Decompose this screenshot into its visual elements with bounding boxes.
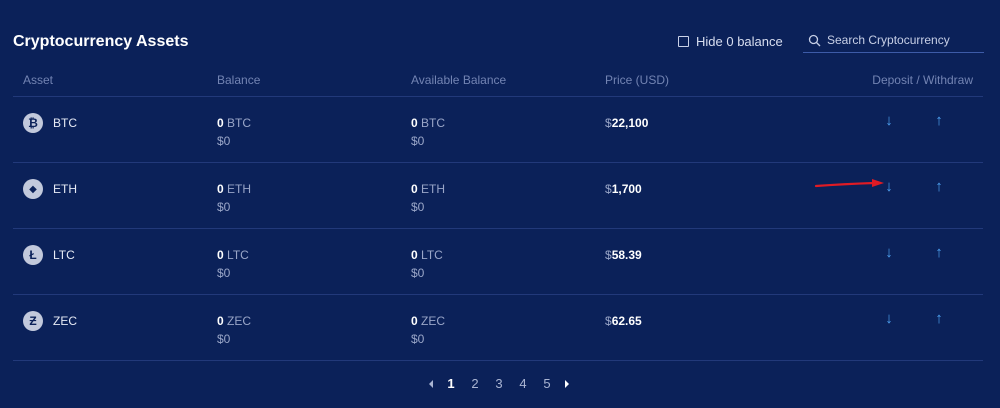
column-header-deposit-withdraw: Deposit / Withdraw xyxy=(872,73,973,87)
balance-usd: $0 xyxy=(217,332,231,346)
available-amount: 0 xyxy=(411,314,418,328)
balance-cell: 0 LTC $0 xyxy=(217,246,249,282)
asset-symbol: ETH xyxy=(53,182,77,196)
balance-usd: $0 xyxy=(217,134,231,148)
table-header: Asset Balance Available Balance Price (U… xyxy=(13,73,983,97)
available-unit: ETH xyxy=(421,182,446,196)
available-usd: $0 xyxy=(411,134,425,148)
available-unit: BTC xyxy=(421,116,446,130)
deposit-button[interactable]: ↓ xyxy=(881,308,897,328)
available-amount: 0 xyxy=(411,116,418,130)
available-unit: ZEC xyxy=(421,314,446,328)
price-cell: $58.39 xyxy=(605,248,642,262)
search-icon xyxy=(808,34,821,46)
asset-symbol: LTC xyxy=(53,248,75,262)
arrow-up-icon: ↑ xyxy=(935,309,943,327)
balance-cell: 0 ZEC $0 xyxy=(217,312,251,348)
price-cell: $1,700 xyxy=(605,182,642,196)
zcash-icon: Ƶ xyxy=(23,311,43,331)
column-header-asset: Asset xyxy=(23,73,54,87)
price-currency: $ xyxy=(605,182,612,196)
page-5[interactable]: 5 xyxy=(535,376,559,391)
balance-unit: ZEC xyxy=(227,314,252,328)
withdraw-button[interactable]: ↑ xyxy=(931,242,947,262)
table-row: Ł LTC 0 LTC $0 0 LTC $0 $58.39 ↓ ↑ xyxy=(13,229,983,295)
arrow-up-icon: ↑ xyxy=(935,243,943,261)
available-usd: $0 xyxy=(411,200,425,214)
hide-zero-checkbox[interactable] xyxy=(678,36,689,47)
chevron-left-icon xyxy=(429,379,433,388)
balance-amount: 0 xyxy=(217,116,224,130)
price-cell: $22,100 xyxy=(605,116,648,130)
pagination: 1 2 3 4 5 xyxy=(423,376,575,391)
available-balance-cell: 0 ETH $0 xyxy=(411,180,445,216)
page-3[interactable]: 3 xyxy=(487,376,511,391)
column-header-available-balance: Available Balance xyxy=(411,73,507,87)
page-4[interactable]: 4 xyxy=(511,376,535,391)
chevron-right-icon xyxy=(565,379,569,388)
price-currency: $ xyxy=(605,116,612,130)
table-row: ₿ BTC 0 BTC $0 0 BTC $0 $22,100 ↓ ↑ xyxy=(13,97,983,163)
balance-amount: 0 xyxy=(217,314,224,328)
balance-unit: LTC xyxy=(227,248,249,262)
arrow-up-icon: ↑ xyxy=(935,111,943,129)
bitcoin-icon: ₿ xyxy=(23,113,43,133)
price-value: 1,700 xyxy=(611,182,642,196)
arrow-down-icon: ↓ xyxy=(885,243,893,261)
balance-usd: $0 xyxy=(217,200,231,214)
previous-page-button[interactable] xyxy=(423,379,439,389)
search-input[interactable] xyxy=(827,33,977,47)
page-title: Cryptocurrency Assets xyxy=(13,33,189,50)
table-row: Ƶ ZEC 0 ZEC $0 0 ZEC $0 $62.65 ↓ ↑ xyxy=(13,295,983,361)
withdraw-button[interactable]: ↑ xyxy=(931,110,947,130)
available-amount: 0 xyxy=(411,248,418,262)
balance-amount: 0 xyxy=(217,248,224,262)
arrow-up-icon: ↑ xyxy=(935,177,943,195)
balance-unit: BTC xyxy=(227,116,252,130)
page-2[interactable]: 2 xyxy=(463,376,487,391)
available-unit: LTC xyxy=(421,248,443,262)
column-header-price: Price (USD) xyxy=(605,73,670,87)
price-value: 22,100 xyxy=(611,116,649,130)
litecoin-icon: Ł xyxy=(23,245,43,265)
arrow-down-icon: ↓ xyxy=(885,309,893,327)
table-row: ◆ ETH 0 ETH $0 0 ETH $0 $1,700 ↓ ↑ xyxy=(13,163,983,229)
available-usd: $0 xyxy=(411,332,425,346)
available-balance-cell: 0 LTC $0 xyxy=(411,246,443,282)
price-cell: $62.65 xyxy=(605,314,642,328)
hide-zero-balance-toggle[interactable]: Hide 0 balance xyxy=(678,34,783,49)
price-currency: $ xyxy=(605,248,612,262)
balance-usd: $0 xyxy=(217,266,231,280)
next-page-button[interactable] xyxy=(559,379,575,389)
arrow-down-icon: ↓ xyxy=(885,177,893,195)
deposit-button[interactable]: ↓ xyxy=(881,110,897,130)
price-value: 62.65 xyxy=(611,314,642,328)
balance-cell: 0 ETH $0 xyxy=(217,180,251,216)
price-currency: $ xyxy=(605,314,612,328)
asset-symbol: ZEC xyxy=(53,314,77,328)
balance-cell: 0 BTC $0 xyxy=(217,114,251,150)
ethereum-icon: ◆ xyxy=(23,179,43,199)
withdraw-button[interactable]: ↑ xyxy=(931,308,947,328)
search-box[interactable] xyxy=(803,28,984,53)
available-usd: $0 xyxy=(411,266,425,280)
available-balance-cell: 0 ZEC $0 xyxy=(411,312,445,348)
price-value: 58.39 xyxy=(611,248,642,262)
available-balance-cell: 0 BTC $0 xyxy=(411,114,445,150)
balance-unit: ETH xyxy=(227,182,252,196)
hide-zero-label: Hide 0 balance xyxy=(696,34,783,49)
deposit-button[interactable]: ↓ xyxy=(881,242,897,262)
page-1[interactable]: 1 xyxy=(439,376,463,391)
available-amount: 0 xyxy=(411,182,418,196)
annotation-arrow-icon xyxy=(814,179,884,188)
arrow-down-icon: ↓ xyxy=(885,111,893,129)
column-header-balance: Balance xyxy=(217,73,261,87)
asset-symbol: BTC xyxy=(53,116,77,130)
balance-amount: 0 xyxy=(217,182,224,196)
withdraw-button[interactable]: ↑ xyxy=(931,176,947,196)
